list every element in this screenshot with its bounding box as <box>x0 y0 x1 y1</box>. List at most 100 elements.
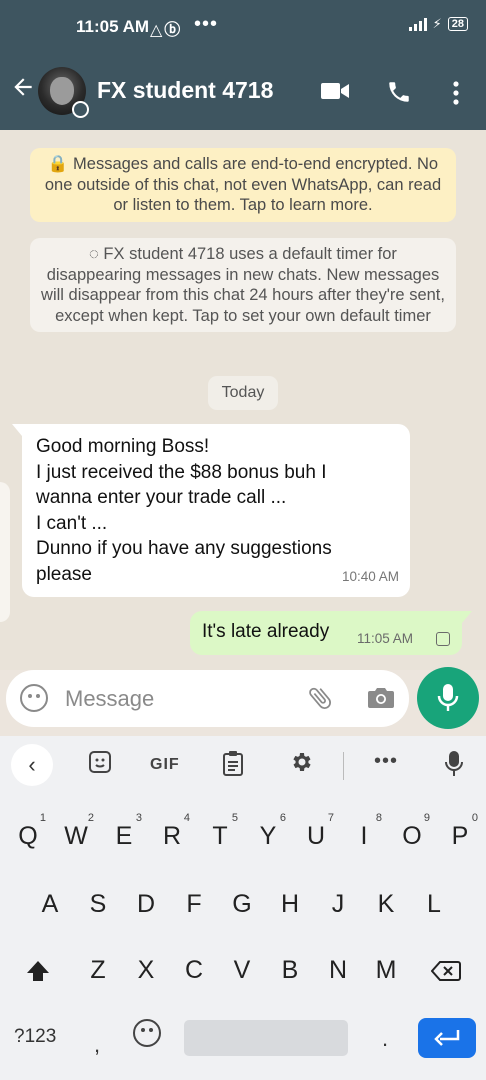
key-number-hint: 4 <box>183 812 190 824</box>
camera-icon[interactable] <box>367 685 395 716</box>
key-x[interactable]: X <box>122 940 170 1000</box>
clipboard-icon[interactable] <box>222 750 244 781</box>
status-notification-icons: △ⓑ <box>150 22 183 39</box>
key-number-hint: 8 <box>375 812 382 824</box>
key-e[interactable]: 3E <box>100 806 148 866</box>
key-m[interactable]: M <box>362 940 410 1000</box>
message-input[interactable]: Message <box>65 686 154 712</box>
key-p[interactable]: 0P <box>436 806 484 866</box>
pending-clock-icon <box>436 632 450 646</box>
symbols-key[interactable]: ?123 <box>14 1026 56 1048</box>
key-number-hint: 1 <box>39 812 46 824</box>
paperclip-icon[interactable] <box>306 683 334 718</box>
key-f[interactable]: F <box>170 874 218 934</box>
key-label: R <box>162 822 182 850</box>
message-text: It's late already <box>202 621 330 642</box>
chat-header: FX student 4718 <box>0 52 486 130</box>
key-u[interactable]: 7U <box>292 806 340 866</box>
key-c[interactable]: C <box>170 940 218 1000</box>
chat-area[interactable]: 🔒 Messages and calls are end-to-end encr… <box>0 130 486 670</box>
outgoing-message[interactable]: It's late already 11:05 AM <box>190 611 472 655</box>
status-right-group: ⚡ 28 <box>408 16 468 32</box>
key-n[interactable]: N <box>314 940 362 1000</box>
incoming-message[interactable]: Good morning Boss! I just received the $… <box>12 424 410 597</box>
period-key[interactable]: . <box>382 1026 388 1052</box>
key-d[interactable]: D <box>122 874 170 934</box>
mic-button[interactable] <box>417 667 479 729</box>
hidden-message-edge <box>0 482 10 622</box>
message-line: Good morning Boss! <box>36 436 210 457</box>
keyboard: 1Q 2W 3E 4R 5T 6Y 7U 8I 9O 0P A S D F G … <box>0 794 486 1080</box>
status-more-dots: ••• <box>194 13 219 35</box>
charging-icon: ⚡ <box>432 16 442 31</box>
gif-button[interactable]: GIF <box>150 756 180 774</box>
key-z[interactable]: Z <box>74 940 122 1000</box>
key-o[interactable]: 9O <box>388 806 436 866</box>
key-label: O <box>402 822 422 850</box>
key-l[interactable]: L <box>410 874 458 934</box>
key-number-hint: 6 <box>279 812 286 824</box>
status-bar: 11:05 AM △ⓑ ••• ⚡ 28 <box>0 0 486 52</box>
more-vert-icon[interactable] <box>451 80 461 111</box>
comma-key[interactable]: , <box>94 1032 100 1058</box>
key-number-hint: 3 <box>135 812 142 824</box>
key-w[interactable]: 2W <box>52 806 100 866</box>
mic-icon[interactable] <box>444 750 464 783</box>
message-composer: Message <box>6 670 409 727</box>
signal-icon <box>408 17 427 31</box>
backspace-icon <box>430 961 461 982</box>
key-q[interactable]: 1Q <box>4 806 52 866</box>
gear-icon[interactable] <box>290 750 314 779</box>
key-label: T <box>212 822 228 850</box>
enter-key[interactable] <box>418 1018 476 1058</box>
key-t[interactable]: 5T <box>196 806 244 866</box>
key-y[interactable]: 6Y <box>244 806 292 866</box>
key-h[interactable]: H <box>266 874 314 934</box>
key-k[interactable]: K <box>362 874 410 934</box>
emoji-key-icon[interactable] <box>133 1019 161 1047</box>
video-call-icon[interactable] <box>320 80 350 107</box>
key-label: Y <box>259 822 277 850</box>
contact-name[interactable]: FX student 4718 <box>97 77 273 104</box>
key-a[interactable]: A <box>26 874 74 934</box>
lion-avatar-image <box>50 77 74 105</box>
sticker-icon[interactable] <box>88 750 112 779</box>
enter-icon <box>434 1030 460 1046</box>
toolbar-divider <box>343 752 344 780</box>
key-label: P <box>451 822 469 850</box>
key-i[interactable]: 8I <box>340 806 388 866</box>
disappearing-timer-notice[interactable]: ◌ FX student 4718 uses a default timer f… <box>30 238 456 332</box>
key-g[interactable]: G <box>218 874 266 934</box>
chevron-left-icon[interactable]: ‹ <box>11 744 53 786</box>
key-label: U <box>306 822 326 850</box>
emoji-icon[interactable] <box>20 684 48 712</box>
status-time: 11:05 AM <box>76 17 150 36</box>
key-s[interactable]: S <box>74 874 122 934</box>
key-v[interactable]: V <box>218 940 266 1000</box>
date-divider: Today <box>208 376 278 410</box>
key-number-hint: 9 <box>423 812 430 824</box>
encryption-notice[interactable]: 🔒 Messages and calls are end-to-end encr… <box>30 148 456 222</box>
key-j[interactable]: J <box>314 874 362 934</box>
message-time: 11:05 AM <box>357 631 414 646</box>
battery-icon: 28 <box>447 17 468 31</box>
phone-icon[interactable] <box>386 79 412 110</box>
key-number-hint: 0 <box>471 812 478 824</box>
disappearing-timer-icon <box>72 101 89 118</box>
key-number-hint: 2 <box>87 812 94 824</box>
arrow-left-icon[interactable] <box>10 74 36 107</box>
shift-icon <box>27 961 49 982</box>
key-number-hint: 7 <box>327 812 334 824</box>
key-label: Q <box>18 822 38 850</box>
message-line: I just received the $88 bonus buh I <box>36 461 327 483</box>
more-horiz-icon[interactable]: ••• <box>374 750 398 773</box>
key-r[interactable]: 4R <box>148 806 196 866</box>
message-time: 10:40 AM <box>341 568 399 584</box>
space-key[interactable] <box>184 1020 348 1056</box>
backspace-key[interactable] <box>422 940 470 1000</box>
shift-key[interactable] <box>14 940 62 1000</box>
key-b[interactable]: B <box>266 940 314 1000</box>
key-label: I <box>360 822 368 850</box>
keyboard-toolbar: ‹ GIF ••• <box>0 736 486 794</box>
message-line: I can't ... <box>36 512 108 534</box>
